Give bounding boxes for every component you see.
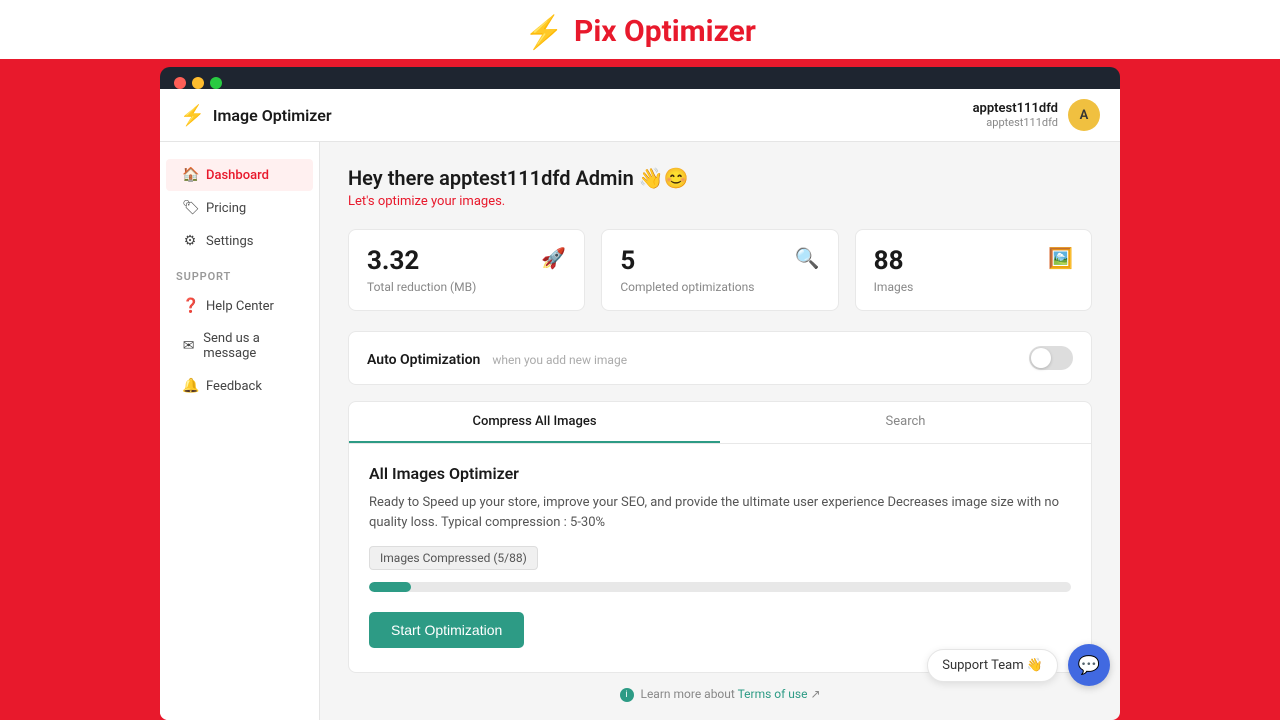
- tab-search[interactable]: Search: [720, 402, 1091, 443]
- sidebar-label-dashboard: Dashboard: [206, 168, 269, 183]
- app-body: 🏠 Dashboard 🏷 Pricing ⚙ Settings SUPPORT…: [160, 142, 1120, 720]
- chat-button[interactable]: 💬: [1068, 644, 1110, 686]
- support-team-label: Support Team 👋: [927, 649, 1058, 682]
- sidebar-label-help-center: Help Center: [206, 299, 274, 314]
- user-info: apptest111dfd apptest111dfd A: [973, 99, 1100, 131]
- user-name: apptest111dfd: [973, 101, 1058, 116]
- chat-icon: 💬: [1078, 655, 1100, 676]
- sidebar-item-pricing[interactable]: 🏷 Pricing: [166, 192, 313, 224]
- settings-icon: ⚙: [182, 233, 198, 249]
- stat-card-images: 88 Images 🖼️: [855, 229, 1092, 311]
- avatar: A: [1068, 99, 1100, 131]
- sidebar-label-settings: Settings: [206, 234, 253, 249]
- brand-logo-icon: ⚡: [524, 16, 564, 48]
- main-content: Hey there apptest111dfd Admin 👋😊 Let's o…: [320, 142, 1120, 720]
- compressed-badge: Images Compressed (5/88): [369, 546, 538, 570]
- sidebar-label-feedback: Feedback: [206, 379, 262, 394]
- tab-content-compress: All Images Optimizer Ready to Speed up y…: [349, 444, 1091, 672]
- page-greeting: Hey there apptest111dfd Admin 👋😊: [348, 166, 1092, 190]
- pricing-icon: 🏷: [182, 200, 198, 216]
- sidebar-item-help-center[interactable]: ❓ Help Center: [166, 290, 313, 322]
- optimizer-title: All Images Optimizer: [369, 464, 1071, 483]
- sidebar: 🏠 Dashboard 🏷 Pricing ⚙ Settings SUPPORT…: [160, 142, 320, 720]
- send-message-icon: ✉: [182, 338, 195, 354]
- browser-chrome: [160, 67, 1120, 89]
- stat-icon-completed: 🔍: [795, 246, 820, 270]
- dashboard-icon: 🏠: [182, 167, 198, 183]
- user-text: apptest111dfd apptest111dfd: [973, 101, 1058, 129]
- app-header: ⚡ Image Optimizer apptest111dfd apptest1…: [160, 89, 1120, 142]
- stat-card-reduction: 3.32 Total reduction (MB) 🚀: [348, 229, 585, 311]
- progress-bar-fill: [369, 582, 411, 592]
- footer-info-icon: i: [620, 688, 634, 702]
- auto-opt-sublabel: when you add new image: [492, 353, 627, 367]
- footer-text: Learn more about: [640, 687, 734, 701]
- help-center-icon: ❓: [182, 298, 198, 314]
- brand-title: Pix Optimizer: [574, 14, 756, 49]
- app-logo: ⚡ Image Optimizer: [180, 103, 332, 127]
- sidebar-item-send-message[interactable]: ✉ Send us a message: [166, 323, 313, 369]
- browser-dot-yellow[interactable]: [192, 77, 204, 89]
- auto-opt-row: Auto Optimization when you add new image: [348, 331, 1092, 385]
- stats-row: 3.32 Total reduction (MB) 🚀 5 Completed …: [348, 229, 1092, 311]
- stat-label-images: Images: [874, 280, 914, 294]
- sidebar-label-pricing: Pricing: [206, 201, 246, 216]
- sidebar-item-dashboard[interactable]: 🏠 Dashboard: [166, 159, 313, 191]
- app-logo-icon: ⚡: [180, 103, 205, 127]
- page-subtitle: Let's optimize your images.: [348, 194, 1092, 209]
- user-email: apptest111dfd: [973, 116, 1058, 129]
- stat-card-completed: 5 Completed optimizations 🔍: [601, 229, 838, 311]
- app-logo-text: Image Optimizer: [213, 106, 332, 125]
- start-optimization-button[interactable]: Start Optimization: [369, 612, 524, 648]
- sidebar-label-send-message: Send us a message: [203, 331, 297, 361]
- stat-value-reduction: 3.32: [367, 246, 476, 276]
- auto-opt-toggle[interactable]: [1029, 346, 1073, 370]
- tab-compress[interactable]: Compress All Images: [349, 402, 720, 443]
- stat-value-images: 88: [874, 246, 914, 276]
- toggle-knob: [1031, 348, 1051, 368]
- sidebar-item-settings[interactable]: ⚙ Settings: [166, 225, 313, 257]
- optimizer-desc: Ready to Speed up your store, improve yo…: [369, 493, 1071, 532]
- auto-opt-label-group: Auto Optimization when you add new image: [367, 349, 627, 368]
- sidebar-item-feedback[interactable]: 🔔 Feedback: [166, 370, 313, 402]
- browser-dot-red[interactable]: [174, 77, 186, 89]
- browser-dot-green[interactable]: [210, 77, 222, 89]
- feedback-icon: 🔔: [182, 378, 198, 394]
- stat-value-completed: 5: [620, 246, 754, 276]
- external-link-icon: ↗: [810, 687, 820, 701]
- terms-of-use-link[interactable]: Terms of use: [738, 687, 808, 701]
- tabs-header: Compress All Images Search: [349, 402, 1091, 444]
- brand-bar: ⚡ Pix Optimizer: [0, 0, 1280, 59]
- auto-opt-label: Auto Optimization: [367, 352, 480, 368]
- tabs-container: Compress All Images Search All Images Op…: [348, 401, 1092, 673]
- stat-icon-images: 🖼️: [1048, 246, 1073, 270]
- sidebar-support-label: SUPPORT: [160, 258, 319, 289]
- stat-label-reduction: Total reduction (MB): [367, 280, 476, 294]
- stat-label-completed: Completed optimizations: [620, 280, 754, 294]
- stat-icon-reduction: 🚀: [541, 246, 566, 270]
- progress-bar-bg: [369, 582, 1071, 592]
- app-window: ⚡ Image Optimizer apptest111dfd apptest1…: [160, 89, 1120, 720]
- support-widget: Support Team 👋 💬: [927, 644, 1110, 686]
